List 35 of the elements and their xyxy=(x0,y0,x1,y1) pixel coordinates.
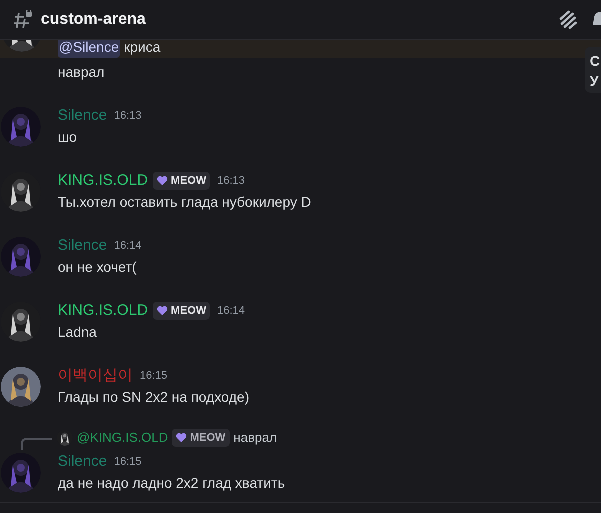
timestamp: 16:15 xyxy=(140,368,168,384)
message-text: криса xyxy=(124,40,161,57)
author-name[interactable]: KING.IS.OLD xyxy=(58,300,148,322)
message-text: Ladna xyxy=(58,323,98,342)
role-tag: MEOW xyxy=(153,172,210,190)
threads-icon[interactable] xyxy=(557,8,579,30)
heart-icon xyxy=(157,176,168,186)
message-text: Глады по SN 2x2 на подходе) xyxy=(58,388,250,407)
author-name[interactable]: Silence xyxy=(58,234,108,258)
reply-author: @KING.IS.OLD xyxy=(77,429,168,448)
timestamp: 16:13 xyxy=(114,108,142,124)
tooltip-text: У xyxy=(590,72,600,90)
author-name[interactable]: 이백이십이 xyxy=(58,364,133,388)
message-text: да не надо ладно 2x2 глад хватить xyxy=(58,474,286,493)
role-tag: MEOW xyxy=(172,429,230,447)
message-text: Ты.хотел оставить глада нубокилеру D xyxy=(58,193,312,212)
timestamp: 16:14 xyxy=(114,238,142,254)
reply-connector xyxy=(21,438,52,450)
channel-name: custom-arena xyxy=(41,10,146,30)
tooltip-text: С xyxy=(590,52,601,70)
reply-preview: наврал xyxy=(234,429,278,448)
timestamp: 16:14 xyxy=(217,304,246,319)
channel-hashtag-icon xyxy=(13,10,33,30)
author-name[interactable]: Silence xyxy=(58,104,108,128)
message-text: шо xyxy=(58,128,78,147)
message-text: наврал xyxy=(58,63,105,82)
timestamp: 16:13 xyxy=(217,174,246,189)
timestamp: 16:15 xyxy=(114,454,142,470)
author-name[interactable]: Silence xyxy=(58,450,108,474)
role-tag: MEOW xyxy=(153,302,210,320)
message-text: он не хочет( xyxy=(58,258,138,277)
heart-icon xyxy=(157,306,168,316)
heart-icon xyxy=(176,433,188,443)
author-name[interactable]: KING.IS.OLD xyxy=(58,170,148,192)
mention-link[interactable]: @Silence xyxy=(58,40,120,58)
